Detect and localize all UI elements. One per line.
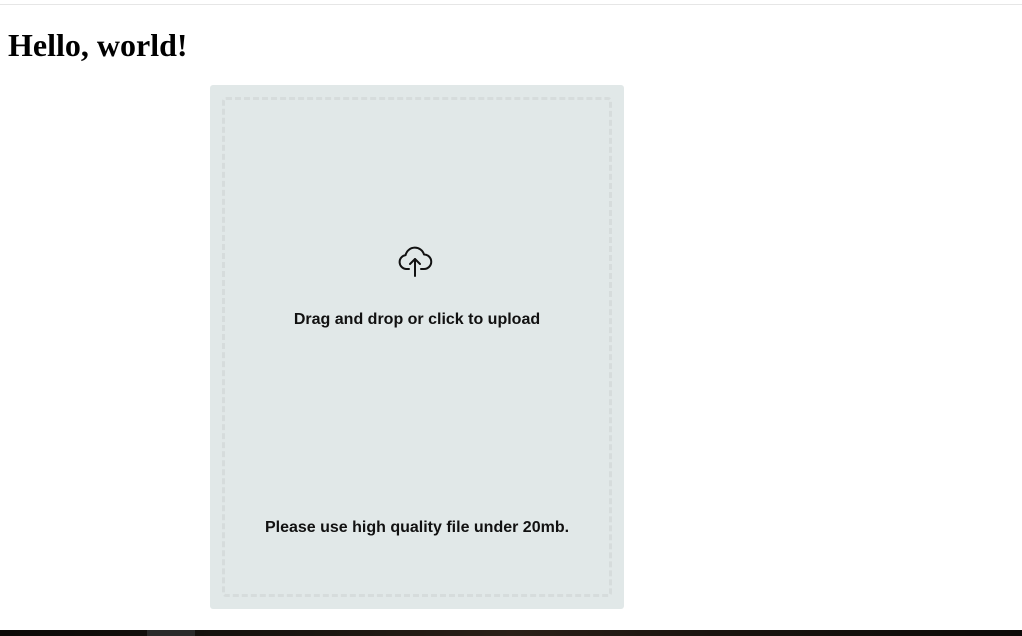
cloud-upload-icon — [397, 243, 433, 279]
file-upload-dropzone[interactable]: Drag and drop or click to upload Please … — [210, 85, 624, 609]
upload-hint: Please use high quality file under 20mb. — [264, 519, 570, 536]
top-divider — [0, 4, 1022, 5]
upload-prompt: Drag and drop or click to upload — [293, 311, 541, 328]
page-title: Hello, world! — [8, 27, 188, 63]
bottom-strip-chip — [147, 630, 195, 636]
bottom-image-strip — [0, 630, 1022, 636]
